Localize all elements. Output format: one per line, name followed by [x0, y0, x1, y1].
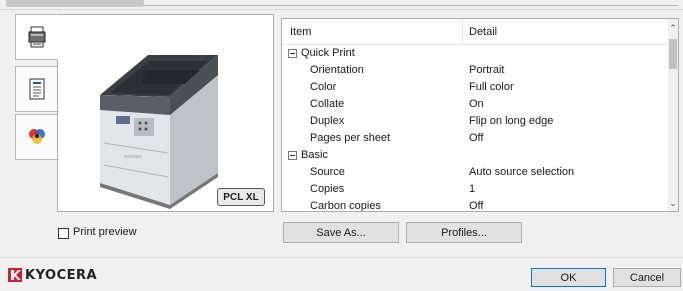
list-header: Item Detail: [282, 19, 670, 45]
brand-name: KYOCERA: [25, 267, 98, 283]
list-item-label: Pages per sheet: [310, 132, 391, 144]
save-as-button[interactable]: Save As...: [283, 222, 399, 243]
document-icon: [29, 78, 45, 100]
vertical-scrollbar[interactable]: ⌃ ⌄: [668, 19, 678, 211]
print-preview-label[interactable]: Print preview: [73, 226, 137, 238]
settings-detail-list[interactable]: Item Detail Quick Print Orientation Port…: [281, 18, 679, 212]
side-tab-device[interactable]: [15, 14, 58, 60]
side-tab-color[interactable]: [15, 114, 58, 160]
list-rows: Quick Print Orientation Portrait Color F…: [282, 45, 670, 212]
list-item[interactable]: Duplex Flip on long edge: [282, 113, 670, 130]
kyocera-logo: KYOCERA: [8, 267, 97, 283]
list-item[interactable]: Source Auto source selection: [282, 164, 670, 181]
tab-border-line: [144, 5, 678, 6]
list-item-label: Collate: [310, 98, 345, 110]
scrollbar-thumb[interactable]: [669, 39, 677, 69]
list-item-label: Copies: [310, 183, 345, 195]
list-item[interactable]: Copies 1: [282, 181, 670, 198]
side-tab-document[interactable]: [15, 66, 58, 112]
scroll-down-icon[interactable]: ⌄: [668, 196, 678, 210]
footer-separator: [0, 257, 683, 258]
profiles-button[interactable]: Profiles...: [406, 222, 522, 243]
list-item[interactable]: Carbon copies Off: [282, 198, 670, 212]
list-item-value: Off: [469, 200, 484, 212]
list-item-value: 1: [469, 183, 476, 195]
pcl-xl-badge: PCL XL: [217, 188, 265, 206]
print-preview-checkbox[interactable]: [58, 228, 69, 239]
list-item-label: Basic: [301, 149, 328, 161]
list-group-quick-print[interactable]: Quick Print: [282, 45, 670, 62]
list-item[interactable]: Collate On: [282, 96, 670, 113]
scroll-up-icon[interactable]: ⌃: [668, 21, 678, 35]
top-tab[interactable]: [6, 0, 144, 7]
color-icon: [27, 127, 47, 147]
list-item-value: Flip on long edge: [469, 115, 554, 127]
list-item-value: Off: [469, 132, 484, 144]
list-item[interactable]: Color Full color: [282, 79, 670, 96]
printer-preview-panel: [57, 14, 274, 212]
collapse-icon[interactable]: [288, 151, 297, 160]
list-item-value: Full color: [469, 81, 514, 93]
list-item-label: Carbon copies: [310, 200, 381, 212]
list-item-label: Orientation: [310, 64, 364, 76]
column-divider: [462, 19, 463, 45]
list-item-value: Portrait: [469, 64, 505, 76]
top-tab-strip: [0, 0, 683, 10]
list-item-value: On: [469, 98, 484, 110]
list-item-label: Duplex: [310, 115, 345, 127]
ok-button[interactable]: OK: [531, 268, 606, 287]
kyocera-mark-icon: [8, 268, 22, 282]
list-item[interactable]: Orientation Portrait: [282, 62, 670, 79]
printer-icon: [28, 26, 46, 48]
list-item-label: Source: [310, 166, 345, 178]
list-group-basic[interactable]: Basic: [282, 147, 670, 164]
cancel-button[interactable]: Cancel: [613, 268, 681, 287]
side-tabs: [15, 14, 58, 160]
column-header-detail[interactable]: Detail: [469, 26, 497, 38]
column-header-item[interactable]: Item: [290, 26, 311, 38]
list-item-label: Color: [310, 81, 337, 93]
list-item-value: Auto source selection: [469, 166, 575, 178]
printer-image: [100, 55, 218, 209]
list-item-label: Quick Print: [301, 47, 355, 59]
list-item[interactable]: Pages per sheet Off: [282, 130, 670, 147]
collapse-icon[interactable]: [288, 49, 297, 58]
